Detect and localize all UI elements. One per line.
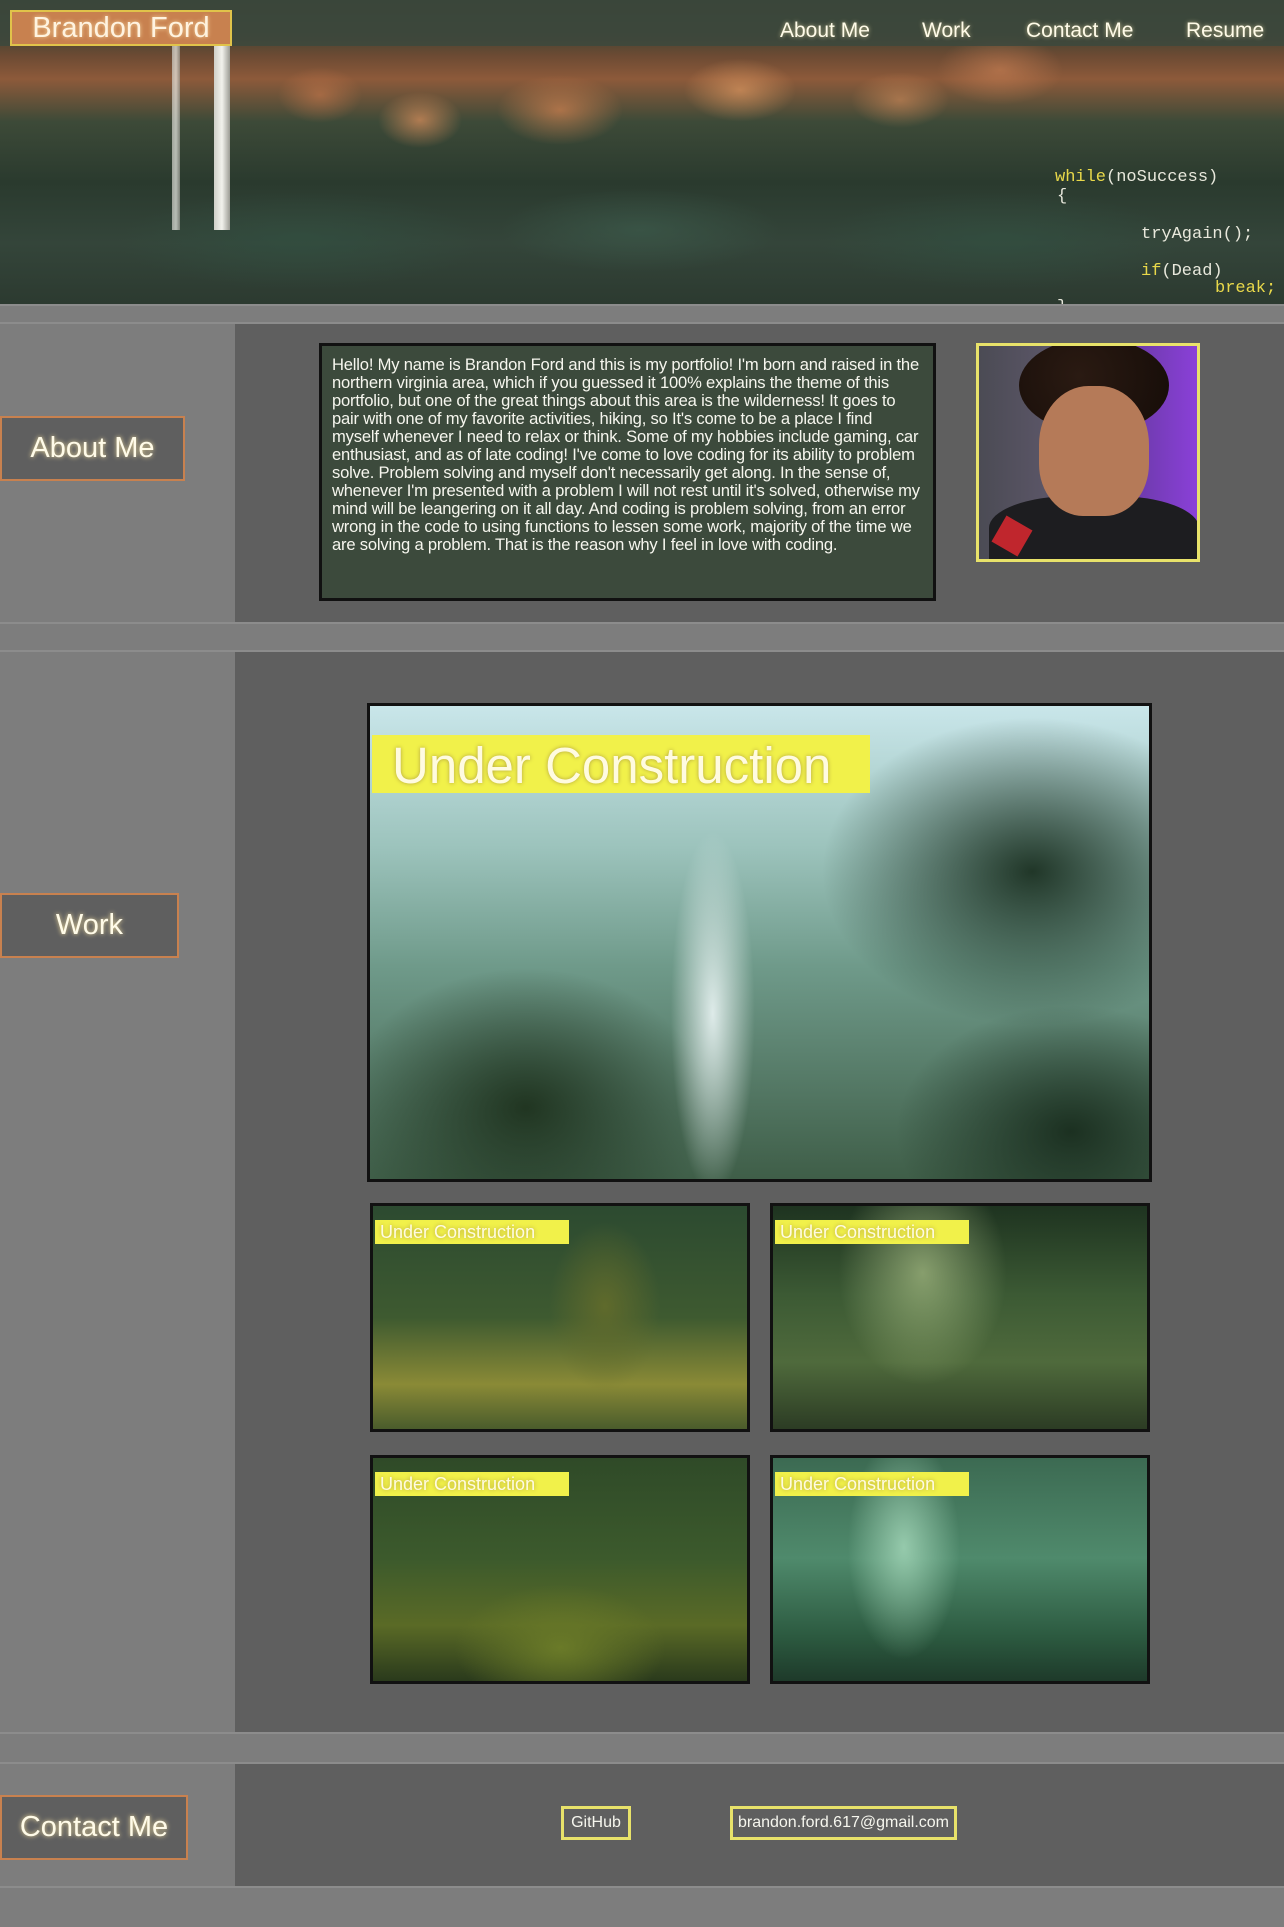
work-label: Work <box>0 893 179 958</box>
under-construction-tag: Under Construction <box>375 1220 569 1244</box>
about-me-label: About Me <box>0 416 185 481</box>
nav-about-me[interactable]: About Me <box>780 19 870 43</box>
section-divider <box>0 304 1284 324</box>
code-overlay: while(noSuccess) { tryAgain(); if(Dead) … <box>1055 168 1277 304</box>
work-sidebar <box>0 652 235 1732</box>
project-card-3[interactable]: Under Construction <box>370 1455 750 1684</box>
birch-trunk <box>214 40 230 230</box>
project-card-1[interactable]: Under Construction <box>370 1203 750 1432</box>
footer-bar <box>0 1886 1284 1927</box>
under-construction-tag: Under Construction <box>375 1472 569 1496</box>
project-card-4[interactable]: Under Construction <box>770 1455 1150 1684</box>
contact-me-label: Contact Me <box>0 1795 188 1860</box>
section-divider <box>0 622 1284 652</box>
section-divider <box>0 1732 1284 1764</box>
profile-photo <box>976 343 1200 562</box>
featured-project-card[interactable]: Under Construction <box>367 703 1152 1182</box>
nav-work[interactable]: Work <box>922 19 971 43</box>
under-construction-tag: Under Construction <box>775 1472 969 1496</box>
under-construction-banner: Under Construction <box>372 735 870 794</box>
nav-contact-me[interactable]: Contact Me <box>1026 19 1133 43</box>
github-link[interactable]: GitHub <box>561 1806 631 1840</box>
about-text-panel: Hello! My name is Brandon Ford and this … <box>319 343 936 601</box>
under-construction-tag: Under Construction <box>775 1220 969 1244</box>
project-card-2[interactable]: Under Construction <box>770 1203 1150 1432</box>
birch-trunk <box>172 40 180 230</box>
email-link[interactable]: brandon.ford.617@gmail.com <box>730 1806 957 1840</box>
nav-resume[interactable]: Resume <box>1186 19 1264 43</box>
brand-logo[interactable]: Brandon Ford <box>10 10 232 46</box>
